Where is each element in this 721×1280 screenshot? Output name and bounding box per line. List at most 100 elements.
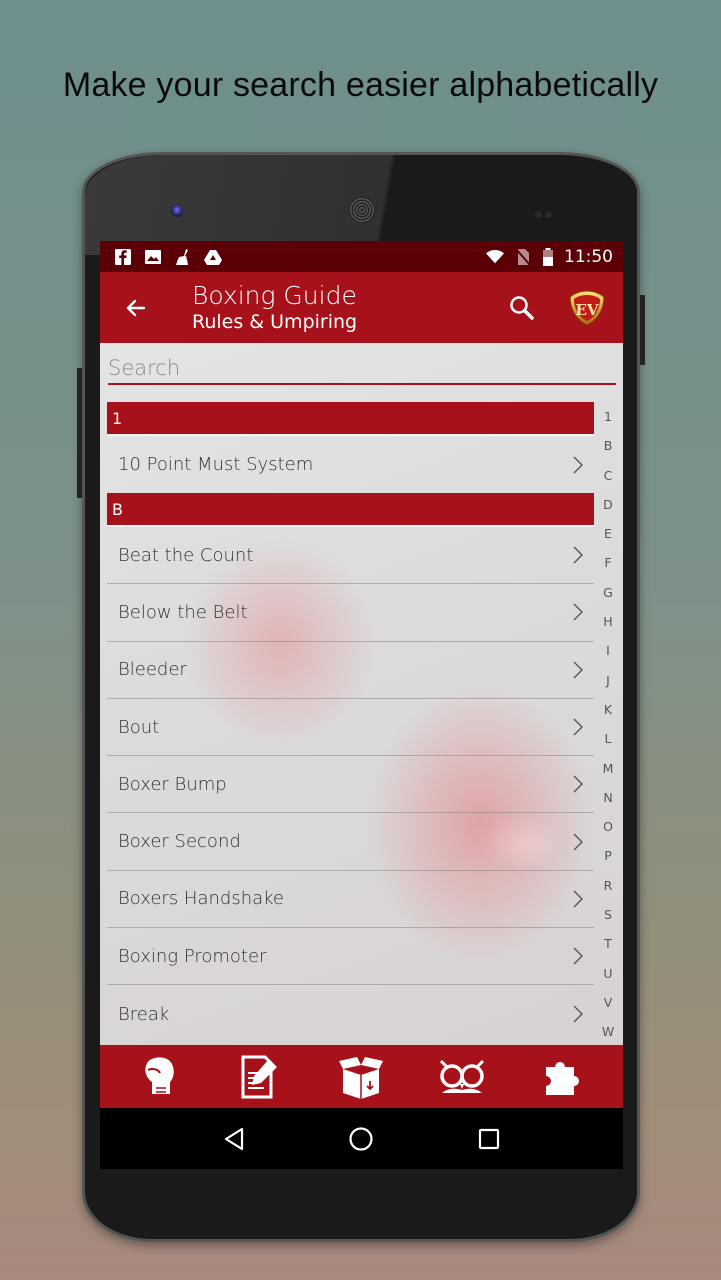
list-item-label: Break [118,1003,170,1025]
alpha-index-letter[interactable]: E [604,519,612,548]
nav-home-button[interactable] [341,1119,381,1159]
no-sim-icon [515,247,531,266]
app-bar: Boxing Guide Rules & Umpiring EV [100,272,623,343]
logo-text: EV [575,301,598,319]
alpha-index-letter[interactable]: G [603,578,613,607]
system-nav-bar [100,1108,623,1169]
alpha-index-letter[interactable]: D [603,490,613,519]
status-time: 11:50 [564,246,613,267]
chevron-right-icon [573,546,583,564]
list-item[interactable]: Boxing Promoter [107,928,594,986]
tab-owl[interactable] [437,1052,487,1102]
battery-icon [543,247,553,266]
alpha-index-letter[interactable]: K [604,695,612,724]
owl-icon [440,1059,485,1093]
list-item-label: Bleeder [118,659,187,681]
search-button[interactable] [504,290,540,326]
wifi-icon [486,249,504,263]
chevron-right-icon [573,947,583,965]
list-item[interactable]: Below the Belt [107,584,594,642]
home-circle-icon [349,1126,374,1151]
list-item[interactable]: Break [107,985,594,1042]
search-icon [510,296,534,320]
app-subtitle: Rules & Umpiring [192,310,358,333]
alphabet-index[interactable]: 1BCDEFGHIJKLMNOPRSTUVW [597,402,619,1047]
nav-back-button[interactable] [214,1119,254,1159]
alpha-index-letter[interactable]: M [603,754,614,783]
alpha-index-letter[interactable]: C [604,461,613,490]
alpha-index-letter[interactable]: J [606,666,610,695]
bottom-tab-bar [100,1045,623,1108]
alpha-index-letter[interactable]: W [602,1017,614,1046]
tab-notes[interactable] [236,1052,286,1102]
alpha-index-letter[interactable]: 1 [604,402,612,431]
chevron-right-icon [573,661,583,679]
alpha-index-letter[interactable]: H [603,607,612,636]
list-item-label: Beat the Count [118,544,254,566]
list-item-label: 10 Point Must System [118,454,314,475]
ev-shield-logo-icon: EV [569,290,605,326]
alpha-index-letter[interactable]: T [604,929,612,958]
promo-caption: Make your search easier alphabetically [62,66,659,104]
list-item[interactable]: Beat the Count [107,527,594,585]
alpha-index-letter[interactable]: I [606,636,610,665]
alpha-index-letter[interactable]: P [604,841,612,870]
list-item-label: Below the Belt [118,601,248,623]
cleaner-icon [176,248,188,265]
list-item-label: Boxers Handshake [118,888,284,910]
edit-document-icon [241,1055,277,1098]
phone-screen: 11:50 Boxing Guide Rules & Umpiring EV S… [100,241,623,1169]
list-item-label: Bout [118,716,160,738]
front-camera [171,205,183,217]
power-button [640,295,645,365]
phone-glare [85,155,505,255]
recents-square-icon [479,1128,500,1149]
alpha-index-letter[interactable]: O [603,812,613,841]
drive-icon [204,249,222,265]
chevron-right-icon [573,833,583,851]
app-logo[interactable]: EV [568,289,606,327]
list-item-label: Boxer Second [118,831,241,853]
list-item[interactable]: Boxer Bump [107,756,594,814]
alpha-index-letter[interactable]: V [604,988,613,1017]
alpha-index-letter[interactable]: B [604,431,613,460]
alpha-index-letter[interactable]: F [604,548,611,577]
chevron-right-icon [573,603,583,621]
glossary-list: 1 10 Point Must System B Beat the Count … [107,402,594,1043]
nav-recents-button[interactable] [469,1119,509,1159]
list-item[interactable]: Bleeder [107,642,594,699]
facebook-icon [115,248,131,265]
tab-boxing-glove[interactable] [135,1052,185,1102]
list-item[interactable]: Bout [107,699,594,757]
alpha-index-letter[interactable]: S [604,900,612,929]
tab-puzzle[interactable] [538,1052,588,1102]
list-item[interactable]: Boxer Second [107,813,594,871]
tab-box[interactable] [336,1052,386,1102]
list-item[interactable]: Boxers Handshake [107,871,594,929]
back-button[interactable] [100,272,172,343]
proximity-sensor [535,205,555,218]
volume-button [77,368,82,498]
alpha-index-letter[interactable]: L [605,724,612,753]
title-block: Boxing Guide Rules & Umpiring [192,280,358,334]
puzzle-icon [545,1061,579,1095]
earpiece-speaker [349,197,375,223]
content-area: 1 10 Point Must System B Beat the Count … [100,343,623,1045]
chevron-right-icon [573,775,583,793]
list-item[interactable]: 10 Point Must System [107,436,594,493]
app-title: Boxing Guide [192,280,357,310]
chevron-right-icon [573,718,583,736]
list-item-label: Boxer Bump [118,773,227,795]
open-box-icon [339,1056,384,1099]
list-item-label: Boxing Promoter [118,945,267,967]
image-icon [145,249,161,264]
chevron-right-icon [573,1005,583,1023]
alpha-index-letter[interactable]: U [603,959,612,988]
section-header-b: B [107,493,594,527]
section-header-1: 1 [107,402,594,436]
arrow-left-icon [126,299,146,316]
alpha-index-letter[interactable]: N [603,783,612,812]
chevron-right-icon [573,456,583,473]
alpha-index-letter[interactable]: R [604,871,613,900]
search-input[interactable] [108,353,616,385]
